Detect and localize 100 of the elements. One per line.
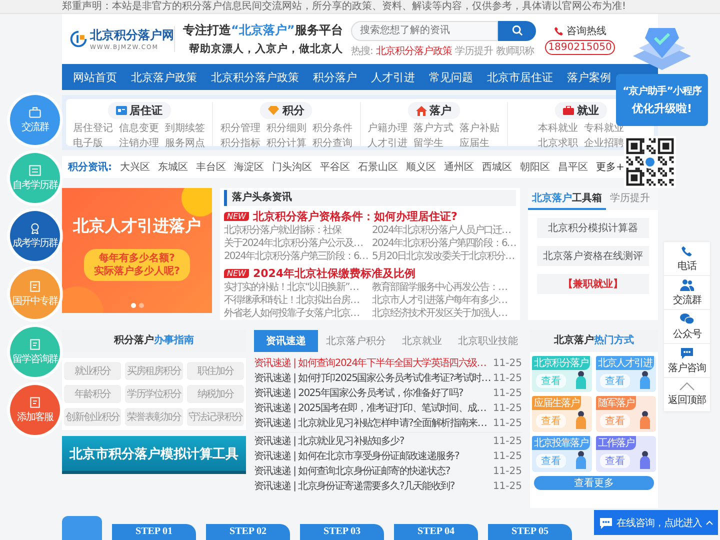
news-link[interactable]: 资讯速递 | 2025国考在即，准考证打印、笔试时间、成…	[254, 401, 486, 416]
news-link[interactable]: 资讯速递 | 北京就业见习补贴怎样申请?全面解析指南来…	[254, 416, 487, 431]
district-link[interactable]: 昌平区	[558, 160, 588, 174]
nav-link[interactable]: 积分落户	[306, 70, 364, 84]
news-link[interactable]: 资讯速递 | 如何在北京市享受身份证邮政速递服务?	[254, 449, 460, 464]
promo-banner[interactable]: 北京人才引进落户 每年有多少名额? 实际落户多少人呢?	[62, 188, 212, 313]
category-link[interactable]: 积分计算	[266, 136, 306, 150]
district-link[interactable]: 通州区	[444, 160, 474, 174]
news-link[interactable]: 资讯速递 | 如何查询北京身份证邮寄的快递状态?	[254, 464, 450, 479]
category-link[interactable]: 电子版	[73, 136, 114, 150]
headline-link[interactable]: 北京积分落户资格条件：如何办理居住证?	[252, 209, 458, 224]
tool-button[interactable]: 【兼职就业】	[537, 274, 649, 294]
carousel-dot[interactable]	[138, 303, 144, 308]
method-card[interactable]: 北京积分落户 查看	[532, 356, 592, 392]
category-link[interactable]: 落户补贴	[460, 121, 500, 135]
group-button[interactable]: 国开中专群	[10, 269, 60, 319]
toolbox-tab[interactable]: 北京落户工具箱	[528, 188, 606, 210]
news-link[interactable]: 北京市人才引进落户每年有多少…	[372, 294, 516, 307]
category-link[interactable]: 到期续签	[165, 121, 206, 135]
nav-link[interactable]: 北京市居住证	[480, 70, 560, 84]
category-link[interactable]: 积分条件	[312, 121, 352, 135]
news-tab[interactable]: 北京落户积分	[318, 330, 394, 352]
news-tab[interactable]: 资讯速递	[254, 330, 318, 352]
category-link[interactable]: 服务网点	[165, 136, 206, 150]
method-card[interactable]: 北京投靠落户 查看	[532, 436, 592, 472]
search-field[interactable]: 搜索您想了解的资讯	[351, 20, 498, 40]
district-link[interactable]: 石景山区	[358, 160, 398, 174]
category-link[interactable]: 本科就业	[538, 121, 578, 135]
hot-search-link[interactable]: 北京积分落户政策	[376, 44, 452, 58]
group-button[interactable]: 自考学历群	[10, 153, 60, 203]
news-tab[interactable]: 北京就业	[394, 330, 450, 352]
tool-button[interactable]: 北京积分模拟计算器	[537, 218, 649, 238]
category-link[interactable]: 人才引进	[368, 136, 408, 150]
district-link[interactable]: 朝阳区	[520, 160, 550, 174]
category-link[interactable]: 积分指标	[220, 136, 260, 150]
nav-link[interactable]: 北京积分落户政策	[204, 70, 306, 84]
category-link[interactable]: 积分细则	[266, 121, 306, 135]
category-link[interactable]: 应届生	[460, 136, 500, 150]
method-card[interactable]: 随军落户 查看	[596, 396, 656, 432]
news-link[interactable]: 资讯速递 | 2025年国家公务员考试，你准备好了吗?	[254, 386, 463, 401]
news-link[interactable]: 不得继承和转让！北京拟出台房…	[224, 294, 368, 307]
guide-button[interactable]: 买房租房积分	[125, 362, 183, 380]
news-link[interactable]: 资讯速递 | 北京身份证寄递需要多久?几天能收到?	[254, 479, 454, 494]
group-button[interactable]: 添加客服	[10, 385, 60, 435]
more-link[interactable]: 更多+	[596, 160, 624, 174]
news-link[interactable]: 资讯速递 | 北京就业见习补贴知多少?	[254, 434, 404, 449]
category-link[interactable]: 积分管理	[220, 121, 260, 135]
district-link[interactable]: 海淀区	[234, 160, 264, 174]
category-link[interactable]: 居住登记	[73, 121, 114, 135]
news-link[interactable]: 5月20日北京发改委关于北京积分…	[372, 250, 516, 263]
group-button[interactable]: 留学咨询群	[10, 327, 60, 377]
category-link[interactable]: 企业招聘	[584, 136, 624, 150]
news-link[interactable]: 2024年北京积分落户第三阶段：6…	[224, 250, 368, 263]
category-link[interactable]: 北京求职	[538, 136, 578, 150]
promo-panel[interactable]: “京户助手”小程序 优化升级啦!	[616, 74, 708, 126]
district-link[interactable]: 大兴区	[120, 160, 150, 174]
calculator-banner[interactable]: 北京市积分落户模拟计算工具	[62, 436, 246, 474]
nav-link[interactable]: 常见问题	[422, 70, 480, 84]
news-link[interactable]: 2024年北京积分落户第四阶段：6…	[372, 237, 516, 250]
nav-link[interactable]: 网站首页	[66, 70, 124, 84]
district-link[interactable]: 门头沟区	[272, 160, 312, 174]
news-link[interactable]: 外省老人如何投靠子女落户北京…	[224, 307, 368, 320]
group-button[interactable]: 成考学历群	[10, 211, 60, 261]
district-link[interactable]: 平谷区	[320, 160, 350, 174]
news-link[interactable]: 2024年北京积分落户人员户口迁…	[372, 224, 516, 237]
news-link[interactable]: 关于2024年北京积分落户公示及…	[224, 237, 368, 250]
guide-button[interactable]: 纳税加分	[186, 385, 244, 403]
nav-link[interactable]: 北京落户政策	[124, 70, 204, 84]
view-button[interactable]: 查看	[536, 454, 566, 468]
view-button[interactable]: 查看	[600, 414, 630, 428]
category-link[interactable]: 留学生	[414, 136, 454, 150]
search-button[interactable]	[498, 20, 536, 40]
method-card[interactable]: 应届生落户 查看	[532, 396, 592, 432]
toolbox-tab[interactable]: 学历提升	[606, 188, 654, 210]
news-link[interactable]: 资讯速递 | 如何查询2024年下半年全国大学英语四六级…	[254, 356, 486, 371]
hot-search-link[interactable]: 教师职称	[496, 44, 534, 58]
district-link[interactable]: 西城区	[482, 160, 512, 174]
method-card[interactable]: 北京人才引进 查看	[596, 356, 656, 392]
news-link[interactable]: 北京积分落户就业指标：社保	[224, 224, 368, 237]
guide-button[interactable]: 年龄积分	[64, 385, 122, 403]
news-link[interactable]: 教育部留学服务中心再发公告：…	[372, 281, 516, 294]
tool-button[interactable]: 北京落户资格在线测评	[537, 246, 649, 266]
view-button[interactable]: 查看	[536, 414, 566, 428]
category-link[interactable]: 落户方式	[414, 121, 454, 135]
side-tool-button[interactable]: 电话	[664, 242, 710, 276]
district-link[interactable]: 顺义区	[406, 160, 436, 174]
category-link[interactable]: 积分查询	[312, 136, 352, 150]
side-tool-button[interactable]: 交流群	[664, 276, 710, 310]
nav-link[interactable]: 落户案例	[560, 70, 618, 84]
news-link[interactable]: 北京经济技术开发区关于加强人…	[372, 307, 516, 320]
method-card[interactable]: 工作落户 查看	[596, 436, 656, 472]
guide-button[interactable]: 创新创业积分	[64, 408, 122, 426]
nav-link[interactable]: 人才引进	[364, 70, 422, 84]
district-link[interactable]: 东城区	[158, 160, 188, 174]
guide-button[interactable]: 学历学位积分	[125, 385, 183, 403]
district-link[interactable]: 丰台区	[196, 160, 226, 174]
guide-button[interactable]: 守法记录积分	[186, 408, 244, 426]
side-tool-button[interactable]: 返回顶部	[664, 378, 710, 412]
category-link[interactable]: 注销办理	[119, 136, 160, 150]
group-button[interactable]: 交流群	[10, 95, 60, 145]
